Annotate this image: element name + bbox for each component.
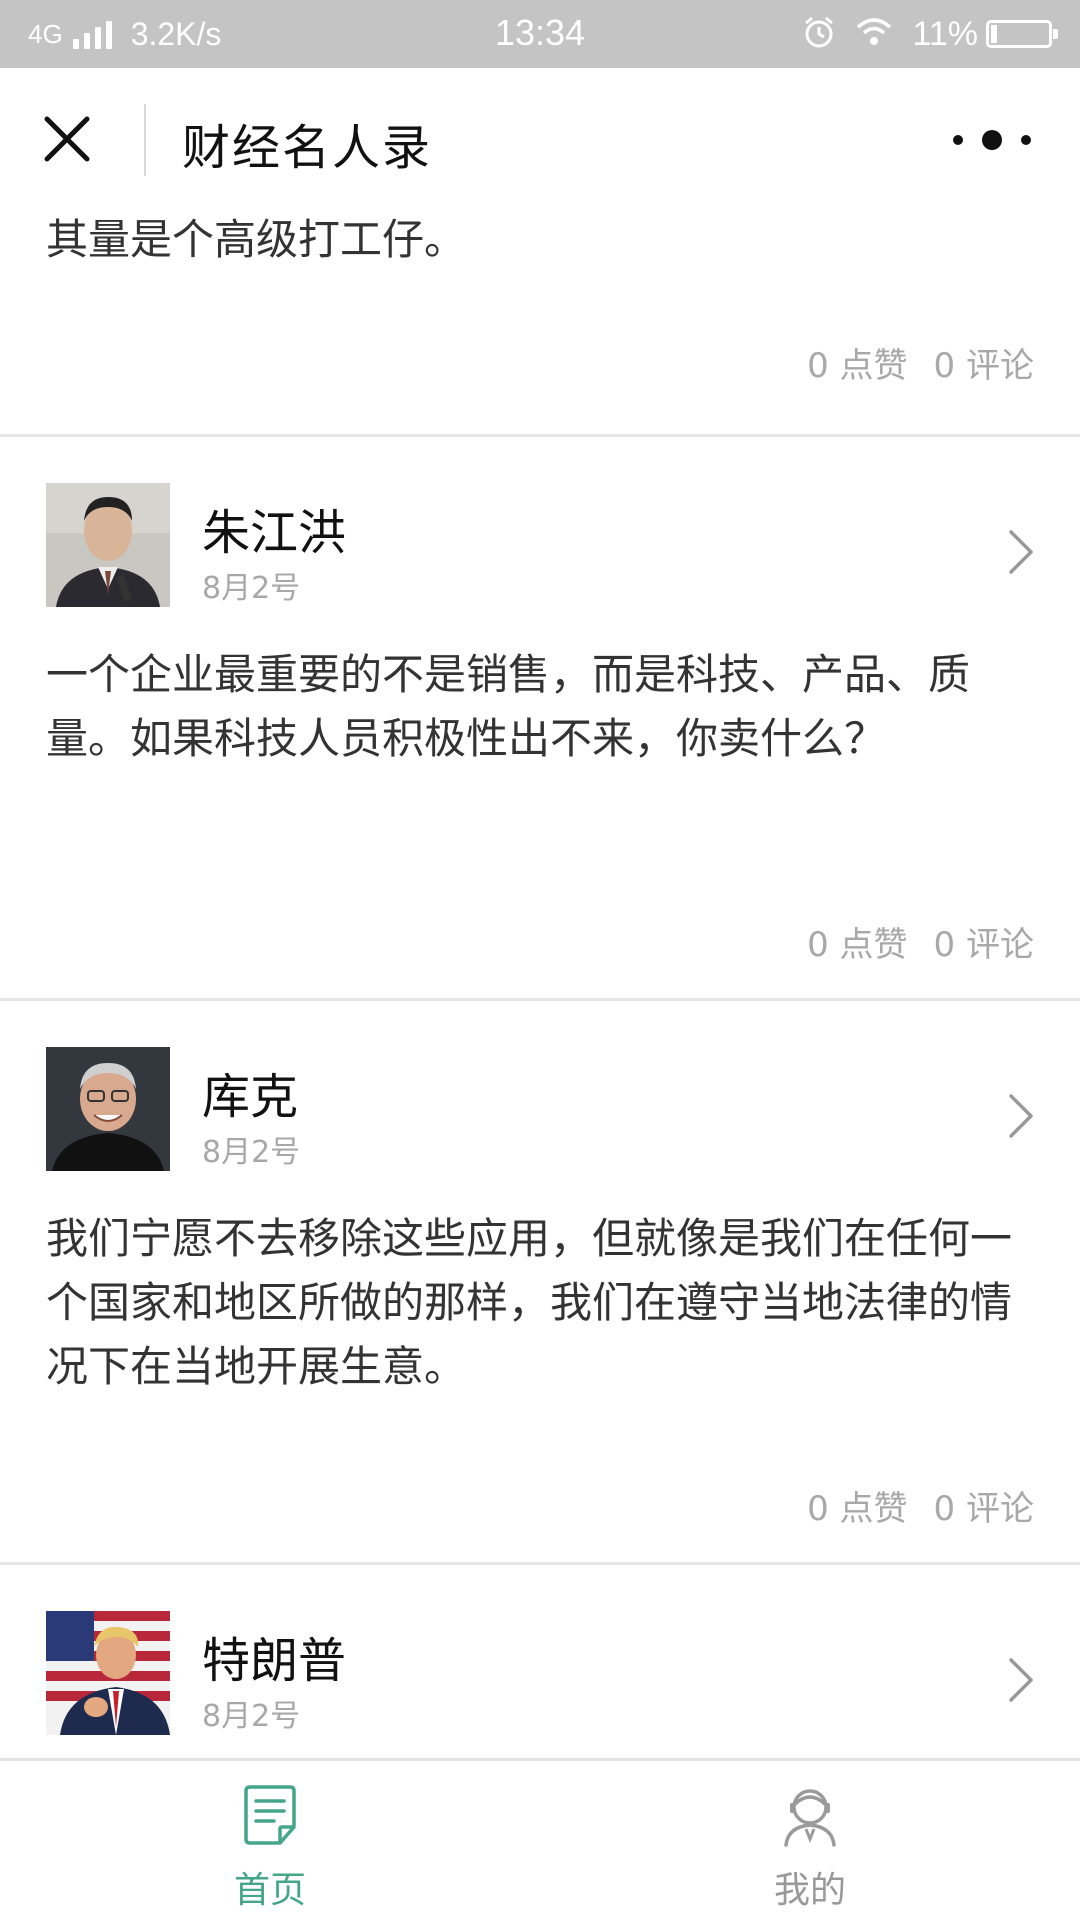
status-bar: 4G 3.2K/s 13:34 11% [0,0,1080,68]
alarm-icon [802,15,836,54]
post-date: 8月2号 [202,571,301,606]
post-stats: 0 点赞 0 评论 [807,917,1034,966]
post-content: 一个企业最重要的不是销售，而是科技、产品、质量。如果科技人员积极性出不来，你卖什… [46,650,971,763]
post-card[interactable]: 朱江洪 8月2号 一个企业最重要的不是销售，而是科技、产品、质量。如果科技人员积… [0,437,1080,1001]
tab-home[interactable]: 首页 [0,1761,540,1923]
chevron-right-icon[interactable] [1006,1091,1036,1141]
like-count[interactable]: 0 点赞 [807,346,907,386]
home-document-icon [240,1783,300,1847]
nav-bar: 财经名人录 [0,68,1080,210]
post-content: 其量是个高级打工仔。 [46,215,467,264]
tab-home-label: 首页 [233,1870,306,1911]
author-name: 库克 [202,1069,299,1125]
like-count[interactable]: 0 点赞 [807,1489,907,1529]
post-date: 8月2号 [202,1699,301,1734]
post-card[interactable]: 其量是个高级打工仔。 0 点赞 0 评论 [0,210,1080,437]
battery-percent: 11% [912,14,978,53]
avatar[interactable] [46,483,170,607]
user-profile-icon [780,1783,840,1847]
tab-mine-label: 我的 [773,1870,846,1911]
wifi-icon [854,17,894,52]
comment-count[interactable]: 0 评论 [934,925,1034,965]
avatar[interactable] [46,1611,170,1735]
avatar[interactable] [46,1047,170,1171]
like-count[interactable]: 0 点赞 [807,925,907,965]
chevron-right-icon[interactable] [1006,1655,1036,1705]
page-title: 财经名人录 [182,120,433,176]
comment-count[interactable]: 0 评论 [934,1489,1034,1529]
post-stats: 0 点赞 0 评论 [807,1481,1034,1530]
post-card[interactable]: 库克 8月2号 我们宁愿不去移除这些应用，但就像是我们在任何一个国家和地区所做的… [0,1001,1080,1565]
status-bar-right: 11% [802,12,1058,56]
battery-icon [986,20,1058,48]
close-icon[interactable] [42,114,92,164]
post-stats: 0 点赞 0 评论 [807,338,1034,387]
tab-mine[interactable]: 我的 [540,1761,1080,1923]
post-feed: 其量是个高级打工仔。 0 点赞 0 评论 朱江洪 8月2号 一个企业最重要的不是销… [0,210,1080,1795]
more-icon[interactable] [946,120,1038,160]
author-name: 朱江洪 [202,505,347,561]
comment-count[interactable]: 0 评论 [934,346,1034,386]
chevron-right-icon[interactable] [1006,527,1036,577]
post-date: 8月2号 [202,1135,301,1170]
tab-bar: 首页 我的 [0,1758,1080,1923]
author-name: 特朗普 [202,1633,347,1689]
post-content: 我们宁愿不去移除这些应用，但就像是我们在任何一个国家和地区所做的那样，我们在遵守… [46,1214,1013,1391]
nav-divider [144,104,146,176]
